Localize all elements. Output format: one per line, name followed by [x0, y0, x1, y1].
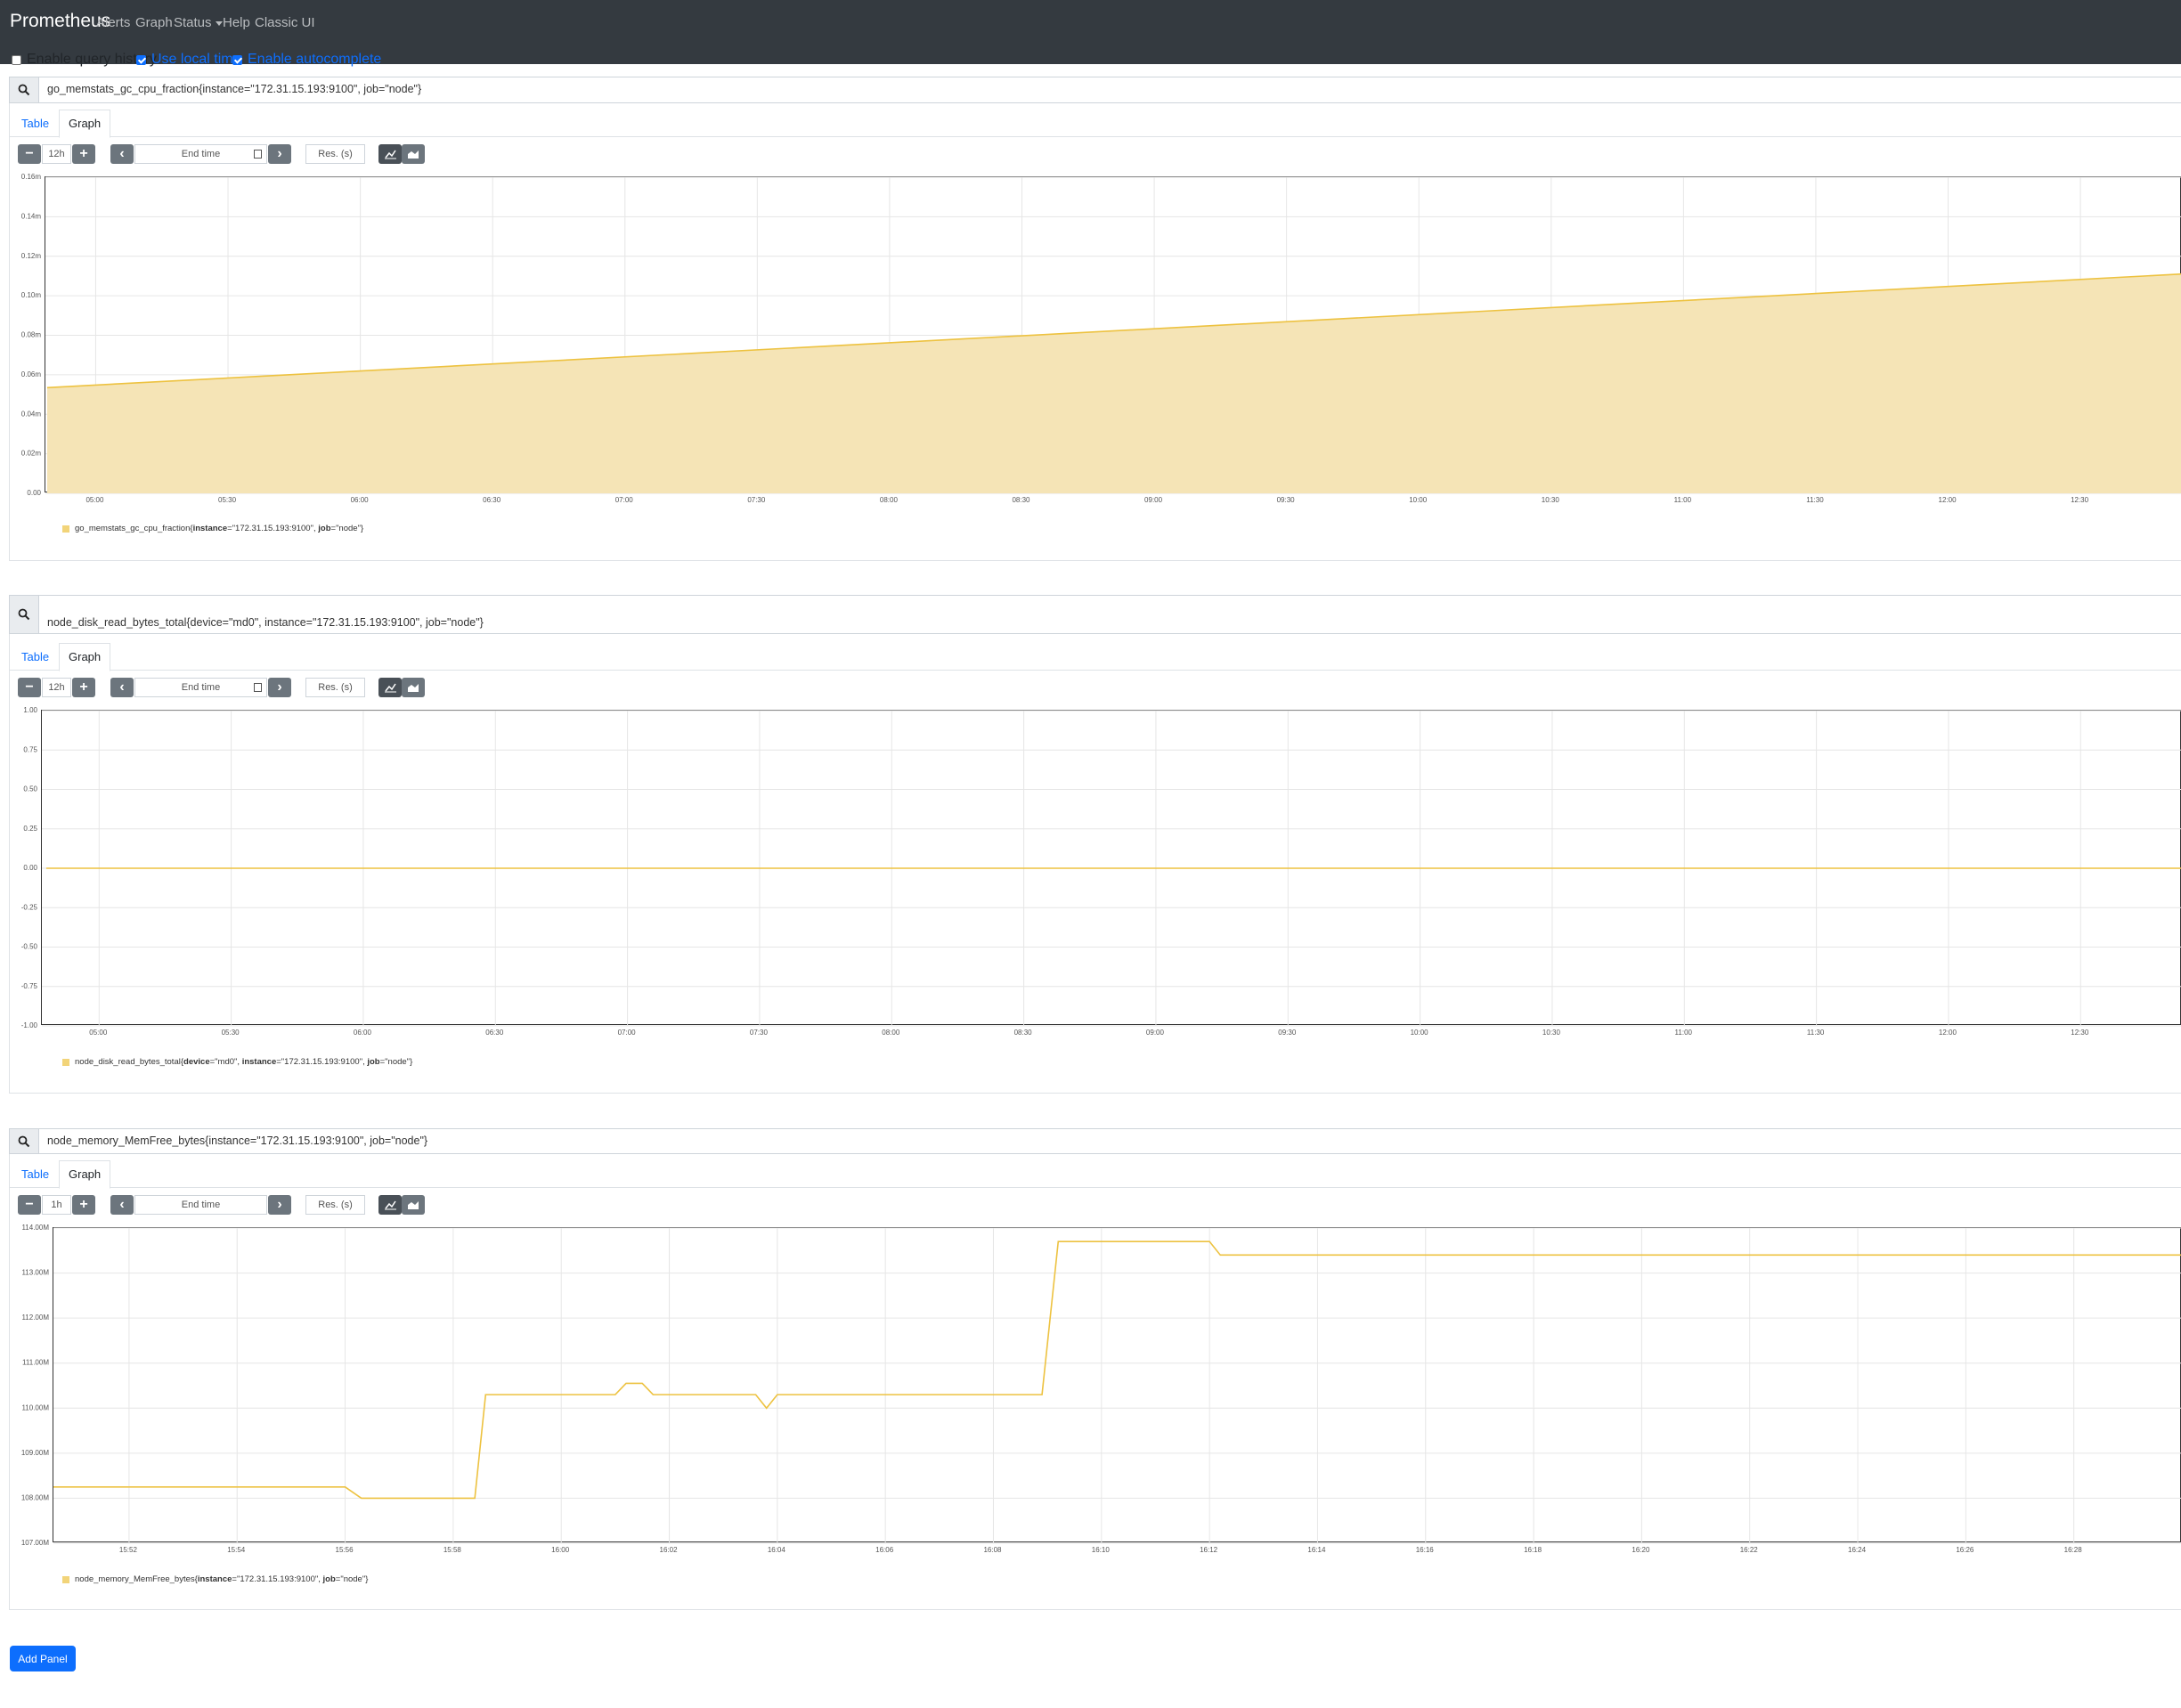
y-tick-label: 112.00M: [21, 1314, 49, 1322]
x-tick-label: 16:02: [660, 1546, 679, 1554]
x-tick-label: 15:58: [444, 1546, 462, 1554]
y-tick-label: 111.00M: [22, 1359, 49, 1367]
chart-3-axes: 107.00M 108.00M 109.00M 110.00M 111.00M 112.0…: [21, 1224, 2083, 1554]
y-tick-label: 108.00M: [21, 1493, 49, 1501]
legend-label-key: instance: [197, 1574, 232, 1584]
x-tick-label: 16:12: [1200, 1546, 1218, 1554]
x-tick-label: 16:26: [1956, 1546, 1974, 1554]
add-panel-button[interactable]: Add Panel: [10, 1646, 76, 1671]
x-tick-label: 16:24: [1848, 1546, 1867, 1554]
x-tick-label: 16:14: [1307, 1546, 1326, 1554]
x-tick-label: 16:20: [1632, 1546, 1650, 1554]
y-tick-label: 114.00M: [21, 1224, 49, 1232]
x-tick-label: 16:00: [551, 1546, 570, 1554]
x-tick-label: 16:28: [2064, 1546, 2083, 1554]
x-tick-label: 16:18: [1524, 1546, 1542, 1554]
x-tick-label: 16:04: [768, 1546, 786, 1554]
x-tick-label: 16:06: [875, 1546, 894, 1554]
legend-label-key: job: [322, 1574, 336, 1584]
legend-label-value: "node": [340, 1574, 366, 1584]
legend-metric: node_memory_MemFree_bytes: [75, 1574, 195, 1584]
x-tick-label: 15:54: [227, 1546, 246, 1554]
y-tick-label: 110.00M: [21, 1403, 49, 1411]
x-tick-label: 16:08: [983, 1546, 1002, 1554]
x-tick-label: 16:10: [1092, 1546, 1111, 1554]
y-tick-label: 113.00M: [21, 1269, 49, 1277]
x-tick-label: 16:22: [1740, 1546, 1759, 1554]
y-tick-label: 109.00M: [21, 1449, 49, 1457]
legend-label-value: "172.31.15.193:9100": [236, 1574, 319, 1584]
legend-swatch: [62, 1575, 69, 1583]
x-tick-label: 15:56: [336, 1546, 354, 1554]
legend-item[interactable]: node_memory_MemFree_bytes{instance = "172.…: [62, 1574, 368, 1584]
x-tick-label: 15:52: [119, 1546, 138, 1554]
y-tick-label: 107.00M: [21, 1539, 49, 1547]
x-tick-label: 16:16: [1416, 1546, 1435, 1554]
